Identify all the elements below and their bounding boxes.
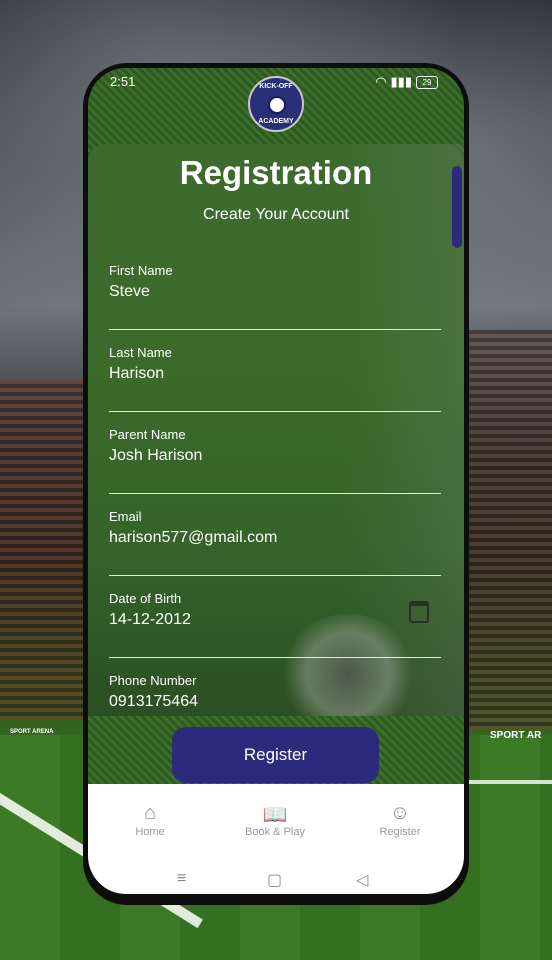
background-pitch-line [462,780,552,784]
logo-bottom-text: ACADEMY [258,118,294,125]
field-label: Phone Number [109,673,197,688]
field-value[interactable]: Josh Harison [109,447,202,465]
system-navigation: ≡ ▢ ◁ [88,870,464,890]
nav-item-register[interactable]: ☺ Register [345,802,455,838]
page-title: Registration [179,154,373,191]
status-icons: ◠ ▮▮▮ 29 [375,74,438,90]
status-time: 2:51 [110,74,136,89]
field-value[interactable]: Steve [109,283,150,301]
registration-card: Registration Create Your Account First N… [88,144,464,734]
home-icon: ⌂ [143,802,157,824]
book-icon: 📖 [262,804,288,826]
field-value[interactable]: harison577@gmail.com [109,529,277,547]
signal-icon: ▮▮▮ [390,74,412,89]
calendar-icon[interactable] [409,601,429,623]
academy-logo: KICK-OFF ACADEMY [248,76,304,132]
arena-sign-left: SPORT ARENA [10,729,54,735]
register-icon: ☺ [389,802,411,824]
bottom-navigation: ⌂ Home 📖 Book & Play ☺ Register ≡ ▢ ◁ [88,784,464,894]
app-screen: 2:51 ◠ ▮▮▮ 29 KICK-OFF ACADEMY Registrat… [88,68,464,894]
home-square-icon[interactable]: ▢ [267,870,282,890]
wifi-icon: ◠ [375,74,387,89]
last-name-field[interactable]: Last Name Harison [109,345,441,412]
nav-item-home[interactable]: ⌂ Home [95,802,205,838]
field-label: Date of Birth [109,591,182,606]
field-value[interactable]: Harison [109,365,164,383]
nav-item-book-play[interactable]: 📖 Book & Play [220,802,330,838]
first-name-field[interactable]: First Name Steve [109,263,441,330]
page-subtitle: Create Your Account [203,206,349,223]
field-value[interactable]: 14-12-2012 [109,611,191,629]
logo-top-text: KICK-OFF [259,83,293,90]
menu-icon[interactable]: ≡ [177,870,186,888]
register-button[interactable]: Register [172,727,379,783]
football-icon [268,96,286,114]
email-field[interactable]: Email harison577@gmail.com [109,509,441,576]
field-label: First Name [109,263,173,278]
field-label: Email [109,509,142,524]
field-label: Parent Name [109,427,186,442]
nav-item-label: Home [135,826,165,838]
date-of-birth-field[interactable]: Date of Birth 14-12-2012 [109,591,441,658]
phone-frame: 2:51 ◠ ▮▮▮ 29 KICK-OFF ACADEMY Registrat… [83,63,469,905]
arena-sign-right: SPORT AR [490,730,542,741]
parent-name-field[interactable]: Parent Name Josh Harison [109,427,441,494]
nav-item-label: Book & Play [245,826,305,838]
field-label: Last Name [109,345,172,360]
field-value[interactable]: 0913175464 [109,693,198,711]
nav-item-label: Register [379,826,421,838]
battery-icon: 29 [416,75,438,89]
back-icon[interactable]: ◁ [356,870,368,890]
